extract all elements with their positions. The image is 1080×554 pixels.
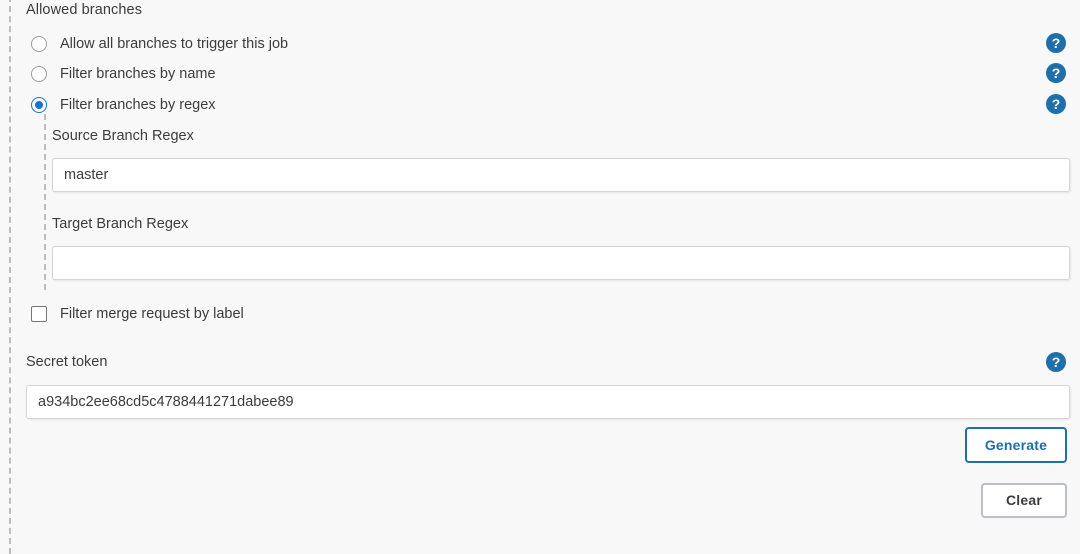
radio-indicator-filter-branches-by-regex[interactable] xyxy=(31,97,47,113)
generate-button[interactable]: Generate xyxy=(965,427,1067,463)
help-icon-allow-all-branches[interactable]: ? xyxy=(1046,33,1066,53)
page-title: Allowed branches xyxy=(26,2,143,18)
radio-label-filter-branches-by-regex: Filter branches by regex xyxy=(60,97,216,113)
radio-indicator-allow-all-branches[interactable] xyxy=(31,36,47,52)
outer-dashed-guide-rail xyxy=(9,0,11,554)
radio-indicator-filter-branches-by-name[interactable] xyxy=(31,66,47,82)
radio-label-allow-all-branches: Allow all branches to trigger this job xyxy=(60,36,289,52)
secret-token-input[interactable] xyxy=(26,385,1070,419)
checkbox-filter-merge-request-by-label[interactable]: Filter merge request by label xyxy=(31,303,244,325)
allowed-branches-settings-panel: Allowed branches Allow all branches to t… xyxy=(0,0,1080,554)
checkbox-label-filter-merge-request-by-label: Filter merge request by label xyxy=(60,306,244,322)
help-icon-filter-branches-by-name[interactable]: ? xyxy=(1046,63,1066,83)
help-icon-filter-branches-by-regex[interactable]: ? xyxy=(1046,94,1066,114)
help-icon-secret-token[interactable]: ? xyxy=(1046,352,1066,372)
target-branch-regex-label: Target Branch Regex xyxy=(52,216,189,232)
radio-label-filter-branches-by-name: Filter branches by name xyxy=(60,66,216,82)
source-branch-regex-input[interactable] xyxy=(52,158,1070,192)
source-branch-regex-label: Source Branch Regex xyxy=(52,128,194,144)
clear-button[interactable]: Clear xyxy=(981,483,1067,518)
inner-dashed-guide-rail xyxy=(44,114,46,290)
radio-option-filter-branches-by-regex[interactable]: Filter branches by regex xyxy=(31,94,216,116)
radio-option-filter-branches-by-name[interactable]: Filter branches by name xyxy=(31,63,216,85)
radio-option-allow-all-branches[interactable]: Allow all branches to trigger this job xyxy=(31,33,288,55)
checkbox-indicator-filter-merge-request-by-label[interactable] xyxy=(31,306,47,322)
target-branch-regex-input[interactable] xyxy=(52,246,1070,280)
secret-token-label: Secret token xyxy=(26,354,108,370)
